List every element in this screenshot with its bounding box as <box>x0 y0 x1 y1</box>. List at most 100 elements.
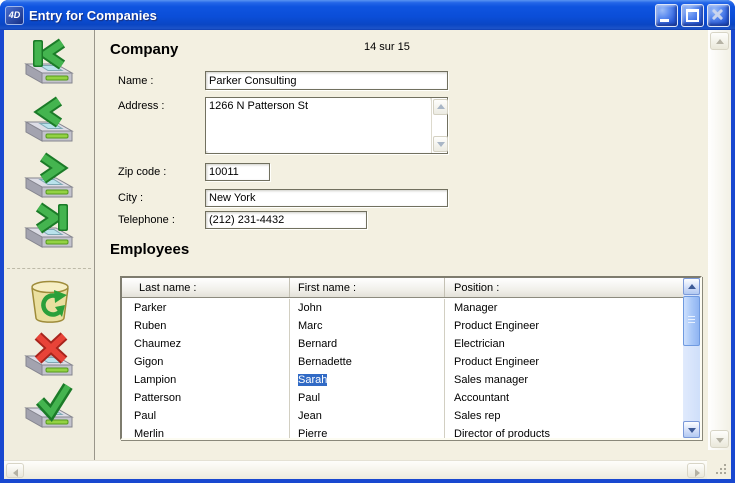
chevron-up-icon <box>688 284 696 289</box>
window-scroll-right-button[interactable] <box>687 463 705 478</box>
employees-heading: Employees <box>110 241 189 258</box>
table-cell[interactable]: Ruben <box>122 317 290 335</box>
employee-table-body: ParkerJohnManagerRubenMarcProduct Engine… <box>122 299 683 438</box>
next-record-button[interactable] <box>18 152 80 204</box>
last-record-button[interactable] <box>18 202 80 254</box>
resize-grip[interactable] <box>716 464 728 476</box>
table-cell[interactable]: Paul <box>122 407 290 425</box>
telephone-field[interactable] <box>205 211 367 229</box>
table-cell[interactable]: Chaumez <box>122 335 290 353</box>
previous-record-icon <box>18 96 80 146</box>
name-label: Name : <box>118 75 153 87</box>
chevron-left-icon <box>13 469 18 477</box>
zip-code-field[interactable] <box>205 163 270 181</box>
chevron-up-icon <box>716 39 724 44</box>
address-label: Address : <box>118 100 164 112</box>
table-cell[interactable]: Pierre <box>290 425 445 438</box>
previous-record-button[interactable] <box>18 96 80 148</box>
table-cell[interactable]: Product Engineer <box>445 353 683 371</box>
table-scrollbar-thumb[interactable] <box>683 296 700 346</box>
table-scroll-down-button[interactable] <box>683 421 700 438</box>
table-cell[interactable]: Accountant <box>445 389 683 407</box>
table-cell[interactable]: Paul <box>290 389 445 407</box>
column-header-last-name[interactable]: Last name : <box>122 278 290 297</box>
table-cell[interactable]: Product Engineer <box>445 317 683 335</box>
table-cell[interactable]: Jean <box>290 407 445 425</box>
toolbar-sidebar <box>4 30 95 461</box>
column-header-first-name[interactable]: First name : <box>290 278 445 297</box>
name-field[interactable] <box>205 71 448 90</box>
form-area: Company 14 sur 15 Name : Address : Zip c… <box>4 30 731 479</box>
employees-table-header: Last name : First name : Position : <box>122 278 683 298</box>
table-row[interactable]: RubenMarcProduct Engineer <box>122 317 683 335</box>
cancel-x-icon <box>18 330 80 380</box>
address-scrollbar[interactable] <box>431 98 447 153</box>
telephone-label: Telephone : <box>118 214 175 226</box>
table-row[interactable]: GigonBernadetteProduct Engineer <box>122 353 683 371</box>
chevron-up-icon <box>437 104 445 109</box>
table-row[interactable]: ParkerJohnManager <box>122 299 683 317</box>
cancel-record-button[interactable] <box>18 330 80 382</box>
chevron-right-icon <box>695 469 700 477</box>
table-cell[interactable]: Marc <box>290 317 445 335</box>
table-cell[interactable]: Director of products <box>445 425 683 438</box>
city-label: City : <box>118 192 143 204</box>
last-record-icon <box>18 202 80 252</box>
delete-record-button[interactable] <box>18 276 80 328</box>
table-row[interactable]: Lampion Sarah Sales manager <box>122 371 683 389</box>
first-record-icon <box>18 38 80 88</box>
trash-icon <box>18 276 80 328</box>
address-scroll-down-button[interactable] <box>433 136 448 152</box>
toolbar-separator <box>7 268 91 269</box>
accept-record-button[interactable] <box>18 382 80 434</box>
window-vertical-scrollbar[interactable] <box>708 30 731 450</box>
next-record-icon <box>18 152 80 202</box>
table-row[interactable]: MerlinPierreDirector of products <box>122 425 683 438</box>
title-bar[interactable]: 4D Entry for Companies <box>0 0 735 30</box>
window-horizontal-scrollbar[interactable] <box>4 460 707 479</box>
table-scroll-up-button[interactable] <box>683 278 700 295</box>
table-cell[interactable]: Parker <box>122 299 290 317</box>
accept-check-icon <box>18 382 80 432</box>
table-cell[interactable]: Manager <box>445 299 683 317</box>
address-field-box: 1266 N Patterson St <box>205 97 448 154</box>
address-field[interactable]: 1266 N Patterson St <box>206 98 430 151</box>
table-cell[interactable]: Bernard <box>290 335 445 353</box>
employees-table: Last name : First name : Position : Park… <box>120 276 702 440</box>
table-cell[interactable]: Patterson <box>122 389 290 407</box>
app-window: 4D Entry for Companies <box>0 0 735 483</box>
column-header-position[interactable]: Position : <box>445 278 683 297</box>
table-row[interactable]: PaulJeanSales rep <box>122 407 683 425</box>
first-record-button[interactable] <box>18 38 80 90</box>
table-cell[interactable]: Gigon <box>122 353 290 371</box>
zip-code-label: Zip code : <box>118 166 166 178</box>
table-cell[interactable]: Merlin <box>122 425 290 438</box>
chevron-down-icon <box>437 142 445 147</box>
window-scroll-down-button[interactable] <box>710 430 729 448</box>
table-cell[interactable]: Lampion <box>122 371 290 389</box>
company-heading: Company <box>110 41 178 58</box>
window-scroll-up-button[interactable] <box>710 32 729 50</box>
minimize-button[interactable] <box>655 4 678 27</box>
window-title: Entry for Companies <box>29 8 652 23</box>
table-row[interactable]: ChaumezBernardElectrician <box>122 335 683 353</box>
selected-cell-highlight[interactable]: Sarah <box>298 374 327 386</box>
table-cell[interactable]: John <box>290 299 445 317</box>
address-scroll-up-button[interactable] <box>433 99 448 115</box>
scrollbar-corner <box>708 460 731 479</box>
table-row[interactable]: PattersonPaulAccountant <box>122 389 683 407</box>
table-scrollbar[interactable] <box>683 278 700 438</box>
app-icon-4d: 4D <box>5 6 24 25</box>
chevron-down-icon <box>716 438 724 443</box>
city-field[interactable] <box>205 189 448 207</box>
maximize-button[interactable] <box>681 4 704 27</box>
table-cell[interactable]: Sarah <box>290 371 445 389</box>
table-cell[interactable]: Sales manager <box>445 371 683 389</box>
window-scroll-left-button[interactable] <box>6 463 24 478</box>
chevron-down-icon <box>688 428 696 433</box>
table-cell[interactable]: Electrician <box>445 335 683 353</box>
table-cell[interactable]: Bernadette <box>290 353 445 371</box>
table-cell[interactable]: Sales rep <box>445 407 683 425</box>
record-counter: 14 sur 15 <box>364 41 410 53</box>
close-button[interactable] <box>707 4 730 27</box>
